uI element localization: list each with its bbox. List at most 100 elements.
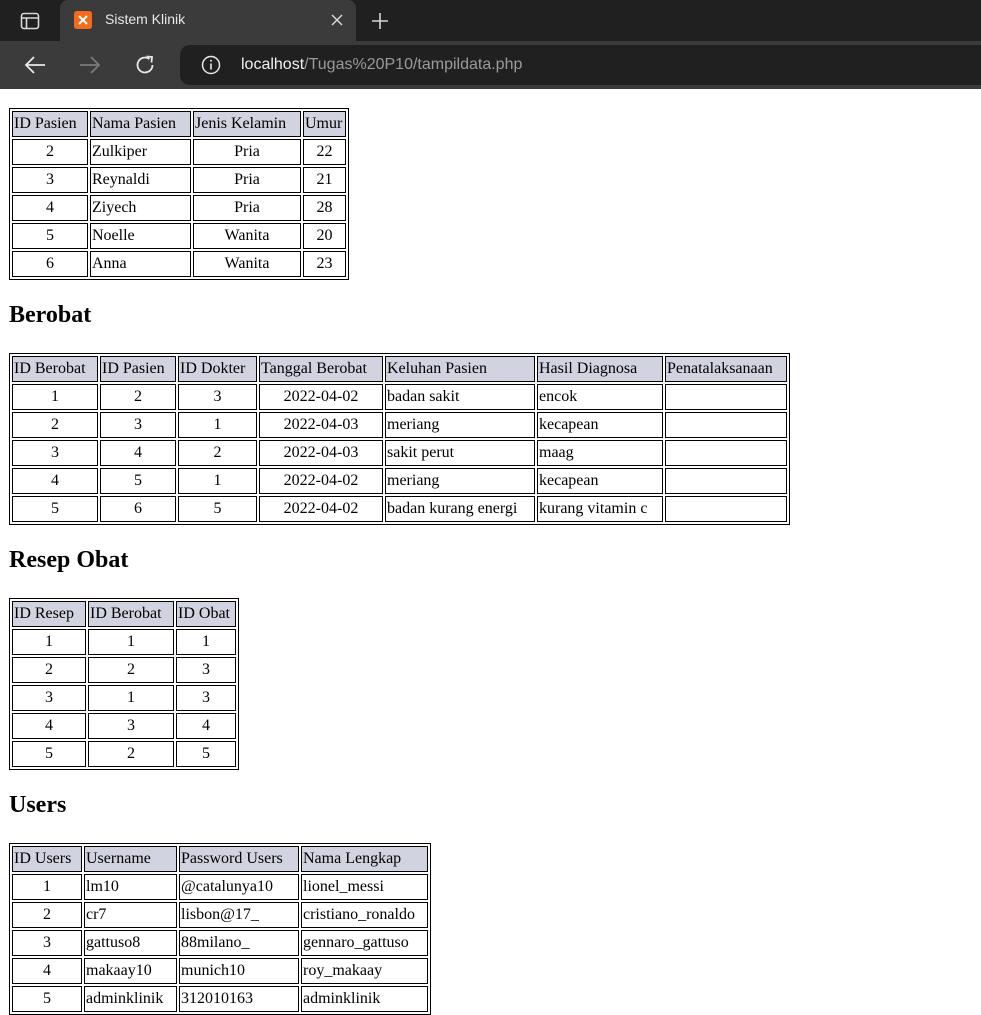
table-cell: badan kurang energi xyxy=(385,496,535,522)
table-cell: 4 xyxy=(12,195,88,221)
table-cell xyxy=(665,384,787,410)
table-cell: 312010163 xyxy=(179,986,299,1012)
table-cell: 2 xyxy=(178,440,257,466)
column-header: Nama Pasien xyxy=(90,111,191,137)
table-cell: 5 xyxy=(12,986,82,1012)
table-cell: 3 xyxy=(12,685,86,711)
table-cell: 1 xyxy=(12,384,98,410)
table-row: 1 1 1 xyxy=(12,629,236,655)
table-row: 4 makaay10 munich10 roy_makaay xyxy=(12,958,428,984)
table-cell: 2 xyxy=(12,412,98,438)
table-row: 3 Reynaldi Pria 21 xyxy=(12,167,346,193)
table-cell: 20 xyxy=(303,223,346,249)
users-table: ID Users Username Password Users Nama Le… xyxy=(9,843,431,1015)
table-cell xyxy=(665,496,787,522)
table-cell: 1 xyxy=(178,412,257,438)
table-cell: Wanita xyxy=(193,223,301,249)
table-row: 1 2 3 2022-04-02 badan sakit encok xyxy=(12,384,787,410)
url-host: localhost xyxy=(241,56,305,73)
pasien-table: ID Pasien Nama Pasien Jenis Kelamin Umur… xyxy=(9,108,349,280)
url-path: /Tugas%20P10/tampildata.php xyxy=(304,56,523,73)
users-heading: Users xyxy=(9,792,67,818)
browser-toolbar: localhost/Tugas%20P10/tampildata.php xyxy=(0,41,981,89)
table-cell: encok xyxy=(537,384,663,410)
reload-icon[interactable] xyxy=(130,50,160,80)
table-cell: 1 xyxy=(88,629,174,655)
table-cell: 2022-04-02 xyxy=(259,496,383,522)
table-cell: adminklinik xyxy=(301,986,428,1012)
table-cell: 2022-04-02 xyxy=(259,468,383,494)
forward-arrow-icon[interactable] xyxy=(75,50,105,80)
table-cell: Pria xyxy=(193,195,301,221)
table-cell: 3 xyxy=(12,440,98,466)
table-cell: munich10 xyxy=(179,958,299,984)
table-cell xyxy=(665,468,787,494)
column-header: ID Berobat xyxy=(12,356,98,382)
table-cell: 4 xyxy=(12,958,82,984)
table-row: 5 6 5 2022-04-02 badan kurang energi kur… xyxy=(12,496,787,522)
page-content: ID Pasien Nama Pasien Jenis Kelamin Umur… xyxy=(0,89,981,1015)
back-arrow-icon[interactable] xyxy=(20,50,50,80)
table-cell: 28 xyxy=(303,195,346,221)
clipped-cell-text: kurang vitamin c xyxy=(539,500,648,517)
table-cell: 2 xyxy=(12,902,82,928)
column-header: Penatalaksanaan xyxy=(665,356,787,382)
new-tab-icon[interactable] xyxy=(366,7,394,35)
table-row: 4 Ziyech Pria 28 xyxy=(12,195,346,221)
table-cell: roy_makaay xyxy=(301,958,428,984)
column-header: ID Pasien xyxy=(100,356,176,382)
table-cell: 21 xyxy=(303,167,346,193)
table-row: 3 gattuso8 88milano_ gennaro_gattuso xyxy=(12,930,428,956)
tab-actions-icon[interactable] xyxy=(10,8,50,34)
table-cell: 2 xyxy=(88,657,174,683)
table-cell: 2 xyxy=(12,657,86,683)
table-cell xyxy=(665,440,787,466)
table-cell: 3 xyxy=(176,685,236,711)
table-cell: 5 xyxy=(12,223,88,249)
table-cell: gennaro_gattuso xyxy=(301,930,428,956)
berobat-section: ID Berobat ID Pasien ID Dokter Tanggal B… xyxy=(9,353,790,525)
table-cell: lionel_messi xyxy=(301,874,428,900)
table-cell: @catalunya10 xyxy=(179,874,299,900)
address-bar[interactable]: localhost/Tugas%20P10/tampildata.php xyxy=(180,45,981,85)
table-cell: 3 xyxy=(12,930,82,956)
table-row: 4 5 1 2022-04-02 meriang kecapean xyxy=(12,468,787,494)
tab-sistem-klinik[interactable]: Sistem Klinik xyxy=(60,0,356,41)
column-header: ID Resep xyxy=(12,601,86,627)
table-cell: 4 xyxy=(176,713,236,739)
table-cell: 1 xyxy=(88,685,174,711)
table-cell: 2 xyxy=(88,741,174,767)
berobat-table: ID Berobat ID Pasien ID Dokter Tanggal B… xyxy=(9,353,790,525)
table-cell: 4 xyxy=(100,440,176,466)
table-cell: maag xyxy=(537,440,663,466)
table-header-row: ID Users Username Password Users Nama Le… xyxy=(12,846,428,872)
table-cell: cr7 xyxy=(84,902,177,928)
table-row: 6 Anna Wanita 23 xyxy=(12,251,346,277)
table-cell: lisbon@17_ xyxy=(179,902,299,928)
table-header-row: ID Berobat ID Pasien ID Dokter Tanggal B… xyxy=(12,356,787,382)
column-header: ID Users xyxy=(12,846,82,872)
table-header-row: ID Pasien Nama Pasien Jenis Kelamin Umur xyxy=(12,111,346,137)
table-cell: 1 xyxy=(12,629,86,655)
url-text: localhost/Tugas%20P10/tampildata.php xyxy=(241,56,522,74)
table-cell: 2022-04-02 xyxy=(259,384,383,410)
table-cell: makaay10 xyxy=(84,958,177,984)
column-header: Hasil Diagnosa xyxy=(537,356,663,382)
table-cell: 88milano_ xyxy=(179,930,299,956)
tab-title: Sistem Klinik xyxy=(105,11,186,27)
column-header: Password Users xyxy=(179,846,299,872)
table-row: 2 Zulkiper Pria 22 xyxy=(12,139,346,165)
column-header: Tanggal Berobat xyxy=(259,356,383,382)
table-cell: 5 xyxy=(178,496,257,522)
table-cell: 5 xyxy=(100,468,176,494)
close-tab-icon[interactable] xyxy=(326,9,348,31)
table-cell: 3 xyxy=(176,657,236,683)
table-cell xyxy=(665,412,787,438)
table-cell: 1 xyxy=(176,629,236,655)
browser-tab-bar: Sistem Klinik xyxy=(0,0,981,41)
site-info-icon[interactable] xyxy=(201,55,221,75)
table-cell: 6 xyxy=(100,496,176,522)
table-cell: 4 xyxy=(12,468,98,494)
table-cell: sakit perut xyxy=(385,440,535,466)
table-cell: kecapean xyxy=(537,468,663,494)
